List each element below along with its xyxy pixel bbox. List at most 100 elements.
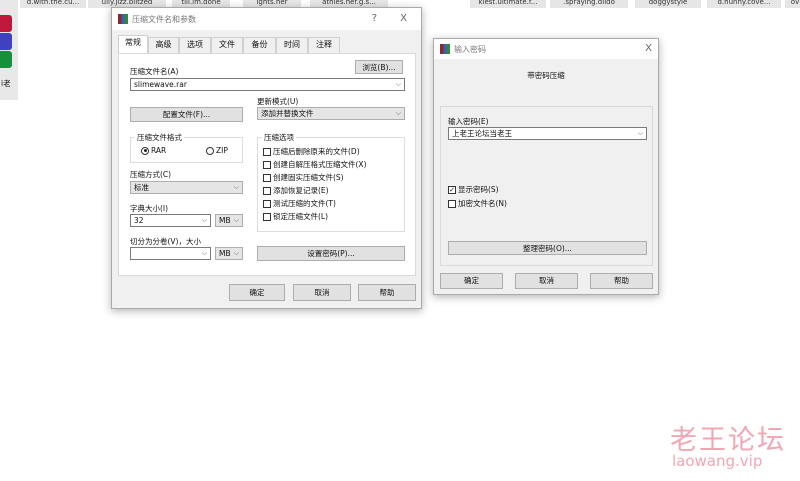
archive-format-label: 压缩文件格式	[135, 132, 184, 143]
close-icon[interactable]: X	[400, 13, 407, 24]
ok-button[interactable]: 确定	[229, 284, 285, 301]
show-password-checkbox[interactable]: ✓ 显示密码(S)	[448, 184, 499, 195]
close-icon[interactable]: X	[645, 43, 652, 54]
method-label: 压缩方式(C)	[130, 170, 172, 179]
password-value: 上老王论坛当老王	[452, 129, 512, 138]
archive-name-label: 压缩文件名(A)	[130, 67, 179, 76]
archive-option-label: 锁定压缩文件(L)	[273, 212, 329, 221]
winrar-book-blue-icon	[0, 33, 12, 50]
tab-time[interactable]: 时间	[276, 37, 308, 53]
set-password-button[interactable]: 设置密码(P)...	[257, 246, 405, 261]
archive-option-checkbox[interactable]: 测试压缩的文件(T)	[263, 198, 336, 209]
archive-option-checkbox[interactable]: 创建固实压缩文件(S)	[263, 172, 344, 183]
format-rar-label: RAR	[151, 146, 167, 155]
tab-advanced[interactable]: 高级	[148, 37, 179, 53]
winrar-icon	[118, 14, 128, 24]
checkbox-icon	[263, 199, 271, 208]
archive-option-label: 创建固实压缩文件(S)	[273, 173, 344, 182]
radio-icon	[206, 146, 214, 155]
archive-format-group: 压缩文件格式 RAR ZIP	[130, 132, 243, 163]
chevron-down-icon[interactable]: ⌵	[638, 128, 643, 139]
title-bar: 输入密码 X	[434, 39, 658, 59]
cancel-button[interactable]: 取消	[293, 284, 351, 301]
dialog-heading: 带密码压缩	[527, 71, 565, 80]
archive-name-parameters-dialog: 压缩文件名和参数 ? X 常规 高级 选项 文件 备份 时间 注释 压缩文件名(…	[111, 7, 422, 309]
profiles-button[interactable]: 配置文件(F)...	[130, 107, 243, 122]
archive-option-label: 添加恢复记录(E)	[273, 186, 329, 195]
taskbar-thumbnail[interactable]: doggystyle	[635, 0, 701, 8]
show-password-label: 显示密码(S)	[458, 185, 499, 194]
winrar-icon	[440, 44, 450, 54]
taskbar-thumbnail[interactable]: d.hunny.cove...	[707, 0, 781, 8]
browse-button[interactable]: 浏览(B)...	[355, 60, 403, 74]
password-input[interactable]: 上老王论坛当老王 ⌵	[448, 127, 647, 140]
dictionary-size-select[interactable]: 32 ⌵	[130, 214, 211, 227]
dictionary-unit-select[interactable]: MB ⌵	[215, 214, 243, 227]
left-app-strip: i老	[0, 0, 18, 100]
format-zip-label: ZIP	[216, 146, 228, 155]
chevron-down-icon: ⌵	[395, 109, 401, 117]
split-unit-value: MB	[219, 249, 231, 258]
update-mode-select[interactable]: 添加并替换文件 ⌵	[257, 107, 405, 120]
chevron-down-icon: ⌵	[201, 249, 207, 257]
taskbar-thumbnail[interactable]: ov	[785, 0, 800, 8]
method-value: 标准	[134, 183, 149, 192]
checkbox-icon	[263, 160, 271, 169]
archive-name-input[interactable]: slimewave.rar ⌵	[130, 78, 405, 91]
archive-options-label: 压缩选项	[262, 132, 296, 143]
chevron-down-icon: ⌵	[233, 183, 239, 191]
checkbox-icon	[263, 186, 271, 195]
help-icon[interactable]: ?	[372, 13, 377, 24]
archive-name-value: slimewave.rar	[134, 80, 187, 89]
title-bar: 压缩文件名和参数 ? X	[112, 8, 421, 30]
password-label: 输入密码(E)	[448, 117, 489, 126]
tab-general[interactable]: 常规	[118, 35, 148, 54]
archive-options-group: 压缩选项 压缩后删除原来的文件(D) 创建自解压格式压缩文件(X) 创建固实压缩文件…	[257, 132, 405, 232]
tab-backup[interactable]: 备份	[243, 37, 276, 53]
update-mode-label: 更新模式(U)	[257, 97, 299, 106]
format-zip-radio[interactable]: ZIP	[206, 146, 228, 155]
left-strip-label: i老	[1, 79, 11, 88]
archive-option-label: 压缩后删除原来的文件(D)	[273, 147, 360, 156]
checkbox-icon	[263, 147, 271, 156]
compression-method-select[interactable]: 标准 ⌵	[130, 181, 243, 194]
dict-unit-value: MB	[219, 216, 231, 225]
archive-option-checkbox[interactable]: 压缩后删除原来的文件(D)	[263, 146, 360, 157]
general-panel: 压缩文件名(A) 浏览(B)... slimewave.rar ⌵ 更新模式(U)…	[118, 53, 416, 276]
enter-password-dialog: 输入密码 X 带密码压缩 输入密码(E) 上老王论坛当老王 ⌵ ✓ 显示密码(S) …	[433, 38, 659, 295]
split-unit-select[interactable]: MB ⌵	[215, 247, 243, 260]
taskbar-thumbnail[interactable]: d.with.the.cu...	[20, 0, 86, 8]
dialog-title: 压缩文件名和参数	[132, 14, 196, 24]
chevron-down-icon: ⌵	[233, 216, 239, 224]
split-size-input[interactable]: ⌵	[130, 247, 211, 260]
split-volumes-label: 切分为分卷(V)，大小	[130, 237, 201, 246]
checkbox-icon	[263, 212, 271, 221]
checkbox-checked-icon: ✓	[448, 185, 456, 194]
help-button[interactable]: 帮助	[358, 284, 416, 301]
ok-button[interactable]: 确定	[440, 273, 503, 289]
archive-option-label: 测试压缩的文件(T)	[273, 199, 336, 208]
chevron-down-icon[interactable]: ⌵	[396, 79, 401, 90]
archive-option-checkbox[interactable]: 添加恢复记录(E)	[263, 185, 329, 196]
encrypt-names-checkbox[interactable]: 加密文件名(N)	[448, 198, 507, 209]
tab-options[interactable]: 选项	[179, 37, 211, 53]
password-panel: 输入密码(E) 上老王论坛当老王 ⌵ ✓ 显示密码(S) 加密文件名(N) 整理密码…	[440, 106, 653, 266]
archive-option-checkbox[interactable]: 创建自解压格式压缩文件(X)	[263, 159, 367, 170]
tab-files[interactable]: 文件	[211, 37, 243, 53]
encrypt-names-label: 加密文件名(N)	[458, 199, 507, 208]
dict-value: 32	[134, 216, 144, 225]
taskbar-thumbnail[interactable]: .spraying.dildo	[550, 0, 628, 8]
checkbox-icon	[448, 199, 456, 208]
cancel-button[interactable]: 取消	[515, 273, 578, 289]
format-rar-radio[interactable]: RAR	[141, 146, 166, 155]
tab-comment[interactable]: 注释	[308, 37, 340, 53]
help-button[interactable]: 帮助	[590, 273, 653, 289]
winrar-book-green-icon	[0, 51, 12, 68]
archive-option-checkbox[interactable]: 锁定压缩文件(L)	[263, 211, 328, 222]
dictionary-size-label: 字典大小(I)	[130, 204, 169, 213]
winrar-book-red-icon	[0, 15, 12, 32]
organize-passwords-button[interactable]: 整理密码(O)...	[448, 241, 647, 255]
taskbar-thumbnail[interactable]: kiest.ultimate.f...	[470, 0, 546, 8]
chevron-down-icon: ⌵	[233, 249, 239, 257]
chevron-down-icon: ⌵	[201, 216, 207, 224]
